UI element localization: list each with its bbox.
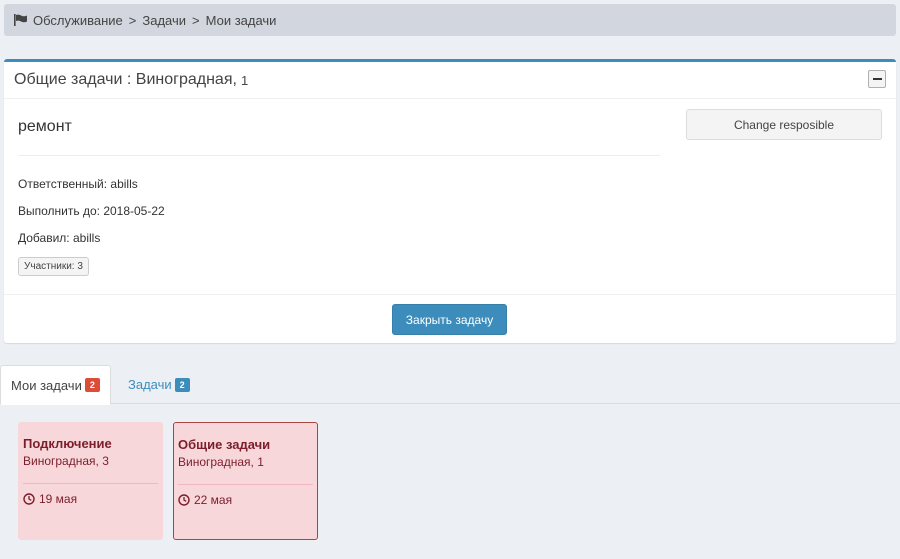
breadcrumb-item-service[interactable]: Обслуживание bbox=[33, 13, 123, 28]
added-field: Добавил: abills bbox=[18, 231, 100, 245]
task-title: ремонт bbox=[18, 118, 72, 135]
breadcrumb: Обслуживание > Задачи > Мои задачи bbox=[4, 4, 896, 36]
tab-label: Мои задачи bbox=[11, 377, 82, 393]
card-title: Подключение bbox=[23, 436, 112, 451]
tab-label: Задачи bbox=[128, 377, 172, 392]
clock-icon bbox=[23, 493, 35, 505]
clock-icon bbox=[178, 494, 190, 506]
due-label: Выполнить до: bbox=[18, 204, 100, 218]
due-field: Выполнить до: 2018-05-22 bbox=[18, 204, 165, 218]
added-label: Добавил: bbox=[18, 231, 70, 245]
tab-count-badge: 2 bbox=[174, 377, 190, 392]
members-badge[interactable]: Участники: 3 bbox=[18, 257, 89, 276]
card-date: 22 мая bbox=[178, 493, 313, 507]
panel-footer-divider bbox=[4, 294, 896, 295]
panel-title-number: 1 bbox=[240, 72, 249, 88]
task-tabs: Мои задачи 2 Задачи 2 bbox=[0, 365, 900, 405]
task-card[interactable]: Подключение Виноградная, 3 19 мая bbox=[18, 422, 163, 540]
tab-tasks[interactable]: Задачи 2 bbox=[118, 365, 200, 404]
panel-title: Общие задачи : Виноградная, bbox=[14, 71, 237, 88]
flag-icon bbox=[14, 14, 27, 26]
minus-icon bbox=[872, 78, 882, 80]
card-date-text: 22 мая bbox=[194, 493, 233, 507]
collapse-button[interactable] bbox=[868, 70, 886, 88]
task-card-selected[interactable]: Общие задачи Виноградная, 1 22 мая bbox=[173, 422, 318, 540]
card-address: Виноградная, 3 bbox=[23, 454, 109, 468]
breadcrumb-item-my-tasks: Мои задачи bbox=[205, 12, 277, 28]
card-title: Общие задачи bbox=[178, 437, 271, 452]
card-date: 19 мая bbox=[23, 492, 158, 506]
card-date-text: 19 мая bbox=[39, 492, 78, 506]
responsible-value: abills bbox=[110, 177, 138, 191]
change-responsible-button[interactable]: Change resposible bbox=[686, 109, 882, 140]
task-panel: Общие задачи : Виноградная, 1 ремонт Cha… bbox=[4, 59, 896, 343]
breadcrumb-separator: > bbox=[192, 12, 200, 28]
breadcrumb-separator: > bbox=[128, 12, 137, 28]
breadcrumb-item-tasks[interactable]: Задачи bbox=[142, 13, 186, 28]
panel-header: Общие задачи : Виноградная, 1 bbox=[4, 62, 896, 99]
added-value: abills bbox=[72, 231, 101, 245]
divider bbox=[18, 155, 660, 156]
card-address: Виноградная, 1 bbox=[178, 455, 264, 469]
card-divider bbox=[23, 483, 158, 484]
responsible-field: Ответственный: abills bbox=[18, 177, 138, 191]
tab-my-tasks[interactable]: Мои задачи 2 bbox=[0, 365, 111, 405]
card-divider bbox=[178, 484, 313, 485]
due-value: 2018-05-22 bbox=[103, 204, 165, 218]
close-task-button[interactable]: Закрыть задачу bbox=[392, 304, 507, 335]
responsible-label: Ответственный: bbox=[18, 177, 108, 191]
tab-count-badge: 2 bbox=[84, 378, 100, 392]
